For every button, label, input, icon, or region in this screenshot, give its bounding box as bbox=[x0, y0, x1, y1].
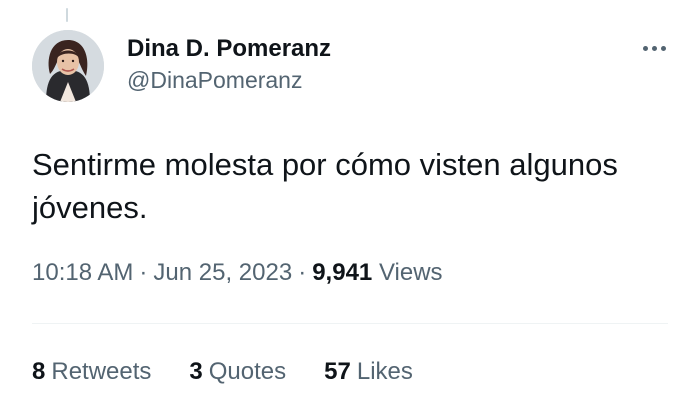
stat-quotes[interactable]: 3 Quotes bbox=[189, 355, 286, 389]
tweet-time[interactable]: 10:18 AM bbox=[32, 259, 133, 286]
ellipsis-icon-dot bbox=[651, 45, 657, 51]
retweets-count: 8 bbox=[32, 358, 46, 385]
views-label: Views bbox=[378, 259, 443, 286]
stat-retweets[interactable]: 8 Retweets bbox=[32, 355, 151, 389]
tweet-date[interactable]: Jun 25, 2023 bbox=[153, 259, 292, 286]
ellipsis-icon-dot bbox=[660, 45, 666, 51]
avatar[interactable] bbox=[32, 30, 104, 102]
quotes-count: 3 bbox=[189, 358, 203, 385]
views-count: 9,941 bbox=[312, 259, 373, 286]
more-options-button[interactable] bbox=[636, 34, 672, 62]
divider bbox=[32, 323, 668, 324]
likes-count: 57 bbox=[324, 358, 351, 385]
author-display-name[interactable]: Dina D. Pomeranz bbox=[127, 34, 331, 64]
author-names: Dina D. Pomeranz @DinaPomeranz bbox=[127, 34, 331, 96]
thread-connector-line bbox=[66, 8, 68, 22]
quotes-label: Quotes bbox=[208, 358, 287, 385]
avatar-image bbox=[32, 30, 104, 102]
tweet-header: Dina D. Pomeranz @DinaPomeranz bbox=[32, 30, 672, 106]
tweet-text: Sentirme molesta por cómo visten algunos… bbox=[32, 147, 618, 225]
tweet-meta: 10:18 AM · Jun 25, 2023 · 9,941 Views bbox=[32, 256, 443, 290]
likes-label: Likes bbox=[356, 358, 413, 385]
engagement-stats: 8 Retweets 3 Quotes 57 Likes bbox=[32, 355, 413, 389]
retweets-label: Retweets bbox=[51, 358, 152, 385]
meta-separator: · bbox=[298, 259, 307, 286]
ellipsis-icon bbox=[642, 45, 648, 51]
stat-likes[interactable]: 57 Likes bbox=[324, 355, 413, 389]
meta-separator: · bbox=[139, 259, 148, 286]
author-handle[interactable]: @DinaPomeranz bbox=[127, 64, 331, 96]
